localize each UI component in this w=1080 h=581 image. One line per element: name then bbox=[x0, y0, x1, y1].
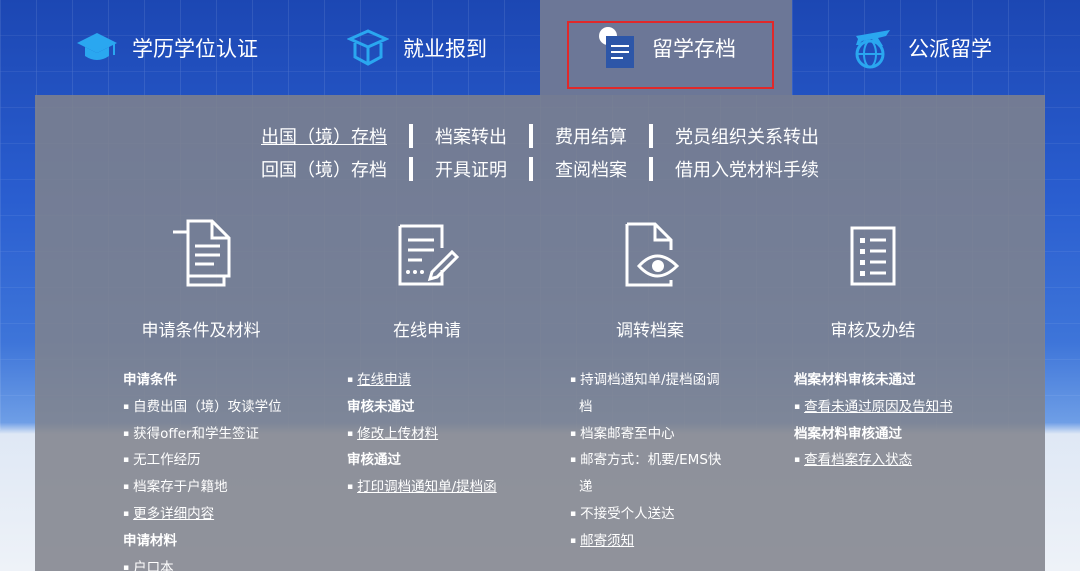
online-apply-column: 在线申请 审核未通过 修改上传材料 审核通过 打印调档通知单/提档函 bbox=[347, 367, 497, 501]
online-apply-link[interactable]: 在线申请 bbox=[357, 372, 411, 388]
graduation-cap-icon bbox=[76, 30, 118, 66]
tab-label: 留学存档 bbox=[652, 36, 736, 61]
review-column: 档案材料审核未通过 查看未通过原因及告知书 档案材料审核通过 查看档案存入状态 bbox=[794, 367, 953, 474]
step-label: 申请条件及材料 bbox=[141, 321, 261, 341]
conditions-column: 申请条件 自费出国（境）攻读学位 获得offer和学生签证 无工作经历 档案存于… bbox=[123, 367, 282, 581]
link-outbound-archive[interactable]: 出国（境）存档 bbox=[239, 123, 409, 149]
tab-label: 学历学位认证 bbox=[132, 36, 258, 61]
tab-degree-certification[interactable]: 学历学位认证 bbox=[76, 0, 258, 95]
tab-label: 就业报到 bbox=[403, 36, 487, 61]
step-online-apply: 在线申请 bbox=[332, 220, 522, 341]
link-row-1: 出国（境）存档 档案转出 费用结算 党员组织关系转出 bbox=[35, 119, 1045, 152]
tab-label: 公派留学 bbox=[908, 36, 992, 61]
link-return-archive[interactable]: 回国（境）存档 bbox=[239, 156, 409, 182]
link-issue-certificate[interactable]: 开具证明 bbox=[413, 156, 529, 182]
section-heading: 申请材料 bbox=[123, 532, 177, 549]
list-item-continued: 递 bbox=[579, 479, 593, 496]
print-notice-link[interactable]: 打印调档通知单/提档函 bbox=[357, 479, 497, 495]
list-item-continued: 档 bbox=[579, 398, 593, 415]
tab-bar: 学历学位认证 就业报到 留学存档 公派留学 bbox=[0, 0, 1080, 95]
checklist-icon bbox=[847, 224, 899, 292]
modify-upload-link[interactable]: 修改上传材料 bbox=[357, 426, 438, 442]
link-borrow-party-materials[interactable]: 借用入党材料手续 bbox=[653, 156, 841, 182]
airplane-globe-icon bbox=[850, 26, 894, 70]
step-label: 调转档案 bbox=[616, 321, 684, 341]
list-item: 不接受个人送达 bbox=[570, 501, 721, 528]
section-heading: 审核未通过 bbox=[347, 398, 415, 415]
section-heading: 审核通过 bbox=[347, 452, 401, 469]
archive-document-icon bbox=[598, 26, 638, 70]
tab-employment-registration[interactable]: 就业报到 bbox=[347, 0, 487, 95]
list-item: 档案邮寄至中心 bbox=[570, 421, 721, 448]
step-review-complete: 审核及办结 bbox=[778, 220, 968, 341]
section-heading: 档案材料审核未通过 bbox=[794, 372, 916, 388]
step-label: 在线申请 bbox=[393, 321, 461, 341]
list-item: 档案存于户籍地 bbox=[123, 474, 282, 501]
tab-public-study-abroad[interactable]: 公派留学 bbox=[850, 0, 992, 95]
tab-overseas-archive[interactable]: 留学存档 bbox=[540, 0, 792, 95]
content-panel: 出国（境）存档 档案转出 费用结算 党员组织关系转出 回国（境）存档 开具证明 … bbox=[35, 95, 1045, 576]
list-item: 持调档通知单/提档函调 bbox=[570, 367, 721, 394]
step-transfer-archive: 调转档案 bbox=[555, 220, 745, 341]
list-item: 获得offer和学生签证 bbox=[123, 421, 282, 448]
list-item: 自费出国（境）攻读学位 bbox=[123, 394, 282, 421]
mailing-notice-link[interactable]: 邮寄须知 bbox=[580, 533, 634, 549]
link-view-archive[interactable]: 查阅档案 bbox=[533, 156, 649, 182]
link-archive-transfer[interactable]: 档案转出 bbox=[413, 123, 529, 149]
more-details-link[interactable]: 更多详细内容 bbox=[133, 506, 214, 522]
step-conditions: 申请条件及材料 bbox=[106, 218, 296, 341]
link-row-2: 回国（境）存档 开具证明 查阅档案 借用入党材料手续 bbox=[35, 152, 1045, 185]
mortarboard-box-icon bbox=[347, 28, 389, 68]
service-links: 出国（境）存档 档案转出 费用结算 党员组织关系转出 回国（境）存档 开具证明 … bbox=[35, 119, 1045, 185]
step-label: 审核及办结 bbox=[830, 321, 916, 341]
list-item: 邮寄方式：机要/EMS快 bbox=[570, 447, 721, 474]
form-edit-icon bbox=[394, 222, 460, 292]
documents-icon bbox=[168, 218, 234, 292]
document-view-icon bbox=[617, 220, 683, 292]
link-party-transfer[interactable]: 党员组织关系转出 bbox=[653, 123, 841, 149]
section-heading: 档案材料审核通过 bbox=[794, 425, 902, 442]
view-archive-status-link[interactable]: 查看档案存入状态 bbox=[804, 452, 912, 468]
link-fee-settlement[interactable]: 费用结算 bbox=[533, 123, 649, 149]
section-heading: 申请条件 bbox=[123, 372, 177, 388]
transfer-column: 持调档通知单/提档函调 档 档案邮寄至中心 邮寄方式：机要/EMS快 递 不接受… bbox=[570, 367, 721, 555]
view-rejection-link[interactable]: 查看未通过原因及告知书 bbox=[804, 399, 953, 415]
list-item: 户口本 bbox=[123, 555, 282, 581]
list-item: 无工作经历 bbox=[123, 447, 282, 474]
